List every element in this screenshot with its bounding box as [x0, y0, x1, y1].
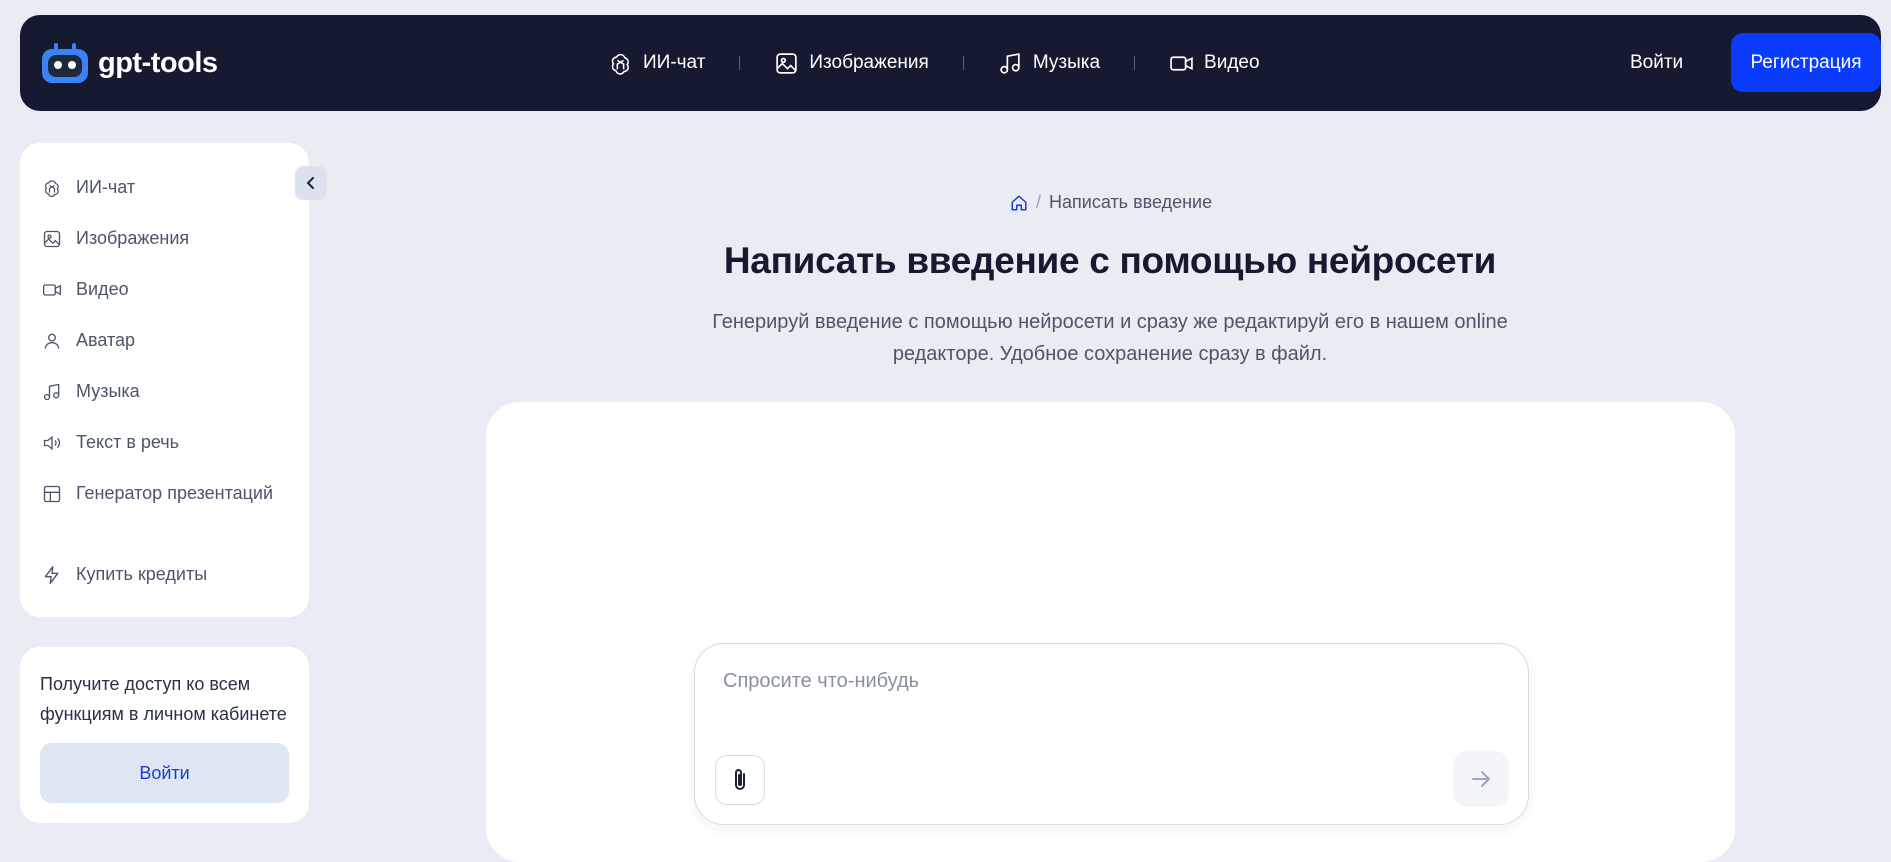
page-title: Написать введение с помощью нейросети — [723, 240, 1497, 281]
logo-text: gpt-tools — [98, 46, 218, 79]
sidebar-item-buy-credits[interactable]: Купить кредиты — [42, 564, 207, 585]
nav-divider — [962, 56, 964, 70]
user-icon — [44, 333, 60, 349]
sidebar-item-text-to-speech[interactable]: Текст в речь — [42, 432, 179, 453]
sidebar-item-label: Текст в речь — [76, 432, 180, 452]
sidebar-item-label: Аватар — [76, 330, 136, 350]
sidebar-item-images[interactable]: Изображения — [42, 228, 189, 249]
openai-icon — [44, 179, 59, 197]
music-icon — [43, 383, 60, 400]
sidebar-item-chat[interactable]: ИИ-чат — [42, 177, 135, 198]
promo-text: Получите доступ ко всем функциям в лично… — [40, 674, 287, 724]
video-icon — [1170, 55, 1193, 71]
nav-divider — [1134, 56, 1136, 70]
nav-item-label: Изображения — [809, 52, 929, 73]
logo[interactable]: gpt-tools — [40, 41, 218, 85]
nav-item-music[interactable]: Музыка — [998, 51, 1100, 76]
sidebar: ИИ-чат Изображения Видео Аватар Музыка Т… — [20, 143, 309, 617]
send-button[interactable] — [1453, 751, 1509, 807]
music-icon — [1000, 52, 1020, 74]
nav-item-label: ИИ-чат — [643, 52, 706, 73]
login-promo-card: Получите доступ ко всем функциям в лично… — [20, 647, 309, 823]
openai-icon — [611, 53, 629, 75]
arrow-right-icon — [1472, 771, 1490, 787]
sidebar-item-label: Видео — [76, 279, 129, 299]
top-navbar: gpt-tools ИИ-чат Изображения Музыка Виде… — [20, 15, 1881, 111]
sidebar-item-label: ИИ-чат — [76, 177, 136, 197]
nav-item-chat[interactable]: ИИ-чат — [608, 51, 705, 76]
robot-logo-icon — [42, 43, 88, 83]
speaker-icon — [43, 435, 60, 450]
attach-button[interactable] — [715, 755, 765, 805]
sidebar-collapse-button[interactable] — [295, 166, 327, 200]
login-link[interactable]: Войти — [1630, 52, 1683, 74]
chevron-left-icon — [306, 177, 314, 189]
sidebar-item-label: Генератор презентаций — [76, 483, 274, 503]
register-button[interactable]: Регистрация — [1731, 33, 1881, 92]
sidebar-item-label: Купить кредиты — [76, 564, 208, 584]
promo-login-button[interactable]: Войти — [40, 743, 289, 803]
nav-item-label: Видео — [1204, 52, 1260, 73]
lightning-icon — [44, 565, 59, 584]
prompt-input[interactable] — [723, 664, 1483, 698]
breadcrumb-current: Написать введение — [1049, 192, 1213, 212]
sidebar-item-label: Изображения — [76, 228, 190, 248]
video-icon — [43, 283, 61, 296]
nav-item-video[interactable]: Видео — [1169, 51, 1260, 76]
sidebar-item-video[interactable]: Видео — [42, 279, 129, 300]
image-icon — [43, 230, 61, 247]
sidebar-item-label: Музыка — [76, 381, 140, 401]
sidebar-item-music[interactable]: Музыка — [42, 381, 140, 402]
image-icon — [776, 52, 798, 74]
nav-item-label: Музыка — [1032, 52, 1101, 73]
nav-item-images[interactable]: Изображения — [774, 51, 929, 76]
sidebar-item-presentations[interactable]: Генератор презентаций — [42, 483, 273, 504]
breadcrumb: / Написать введение — [1010, 192, 1212, 213]
nav-divider — [739, 56, 741, 70]
main-nav: ИИ-чат Изображения Музыка Видео — [608, 45, 1260, 81]
prompt-box — [694, 643, 1529, 825]
page-description: Генерируй введение с помощью нейросети и… — [712, 311, 1508, 365]
home-icon[interactable] — [1010, 194, 1028, 212]
sidebar-item-avatar[interactable]: Аватар — [42, 330, 135, 351]
breadcrumb-separator: / — [1036, 192, 1042, 212]
presentation-icon — [43, 485, 61, 502]
paperclip-icon — [735, 769, 745, 790]
